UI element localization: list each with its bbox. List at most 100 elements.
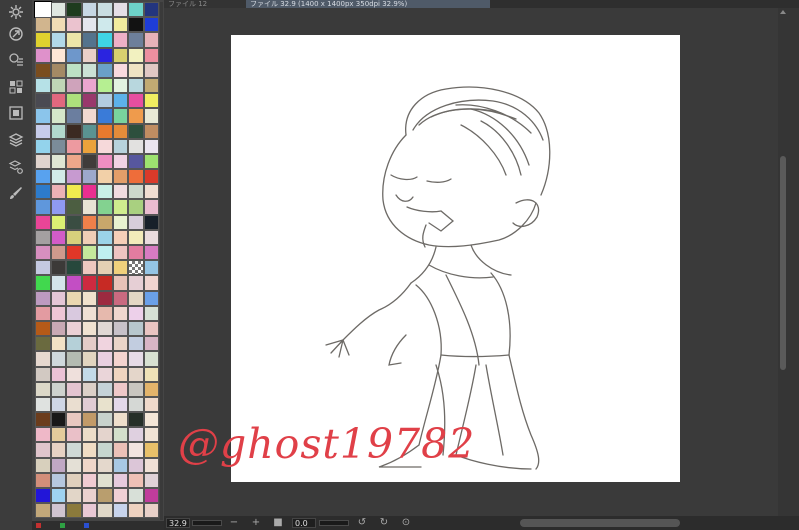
color-swatch[interactable] — [81, 412, 97, 428]
color-swatch[interactable] — [128, 351, 144, 367]
color-swatch[interactable] — [50, 245, 66, 261]
layer-property-icon[interactable] — [6, 103, 26, 123]
color-swatch[interactable] — [128, 93, 144, 109]
color-swatch[interactable] — [143, 442, 159, 458]
color-swatch[interactable] — [66, 381, 82, 397]
color-swatch[interactable] — [81, 336, 97, 352]
vertical-scrollbar[interactable] — [778, 8, 799, 516]
zoom-out-button[interactable]: − — [228, 517, 240, 529]
color-swatch[interactable] — [66, 427, 82, 443]
color-swatch[interactable] — [128, 77, 144, 94]
color-swatch[interactable] — [35, 472, 51, 488]
navigator-icon[interactable] — [6, 24, 26, 44]
color-swatch[interactable] — [66, 396, 82, 413]
color-swatch[interactable] — [143, 77, 159, 94]
color-swatch[interactable] — [112, 396, 128, 413]
color-swatch[interactable] — [128, 32, 144, 48]
scroll-up-arrow[interactable] — [780, 10, 786, 14]
color-swatch[interactable] — [50, 62, 66, 78]
color-swatch[interactable] — [50, 138, 66, 154]
color-swatch[interactable] — [143, 472, 159, 488]
color-swatch[interactable] — [97, 214, 113, 230]
gear-icon[interactable] — [6, 2, 26, 22]
color-swatch[interactable] — [143, 229, 159, 245]
drawing-canvas[interactable] — [231, 35, 680, 482]
vertical-scroll-thumb[interactable] — [780, 156, 786, 370]
color-swatch[interactable] — [50, 17, 66, 33]
color-swatch[interactable] — [81, 229, 97, 245]
color-swatch[interactable] — [97, 381, 113, 397]
color-swatch[interactable] — [97, 245, 113, 261]
color-swatch[interactable] — [50, 427, 66, 443]
color-swatch[interactable] — [128, 442, 144, 458]
color-swatch[interactable] — [66, 32, 82, 48]
color-swatch[interactable] — [143, 366, 159, 382]
color-swatch[interactable] — [81, 184, 97, 200]
color-swatch[interactable] — [143, 214, 159, 230]
color-swatch[interactable] — [35, 199, 51, 215]
color-swatch[interactable] — [66, 412, 82, 428]
color-swatch[interactable] — [66, 503, 82, 519]
color-swatch[interactable] — [128, 472, 144, 488]
color-swatch[interactable] — [35, 184, 51, 200]
reset-rotation-icon[interactable]: ⊙ — [400, 517, 412, 529]
color-swatch[interactable] — [50, 336, 66, 352]
color-swatch[interactable] — [112, 47, 128, 63]
color-swatch[interactable] — [112, 184, 128, 200]
color-swatch[interactable] — [66, 199, 82, 215]
color-swatch[interactable] — [97, 2, 113, 18]
color-swatch[interactable] — [143, 488, 159, 504]
color-swatch[interactable] — [81, 351, 97, 367]
color-swatch[interactable] — [128, 336, 144, 352]
color-swatch[interactable] — [35, 17, 51, 33]
color-swatch[interactable] — [97, 229, 113, 245]
color-swatch[interactable] — [143, 305, 159, 321]
color-swatch[interactable] — [128, 214, 144, 230]
color-swatch[interactable] — [128, 381, 144, 397]
color-swatch[interactable] — [97, 17, 113, 33]
color-swatch[interactable] — [143, 503, 159, 519]
rotate-left-icon[interactable]: ↺ — [356, 517, 368, 529]
color-swatch[interactable] — [35, 503, 51, 519]
color-swatch[interactable] — [50, 260, 66, 276]
color-swatch[interactable] — [81, 275, 97, 291]
color-swatch[interactable] — [143, 62, 159, 78]
stop-icon[interactable]: ■ — [272, 517, 284, 529]
color-swatch[interactable] — [50, 108, 66, 124]
color-swatch[interactable] — [143, 290, 159, 306]
color-swatch[interactable] — [143, 123, 159, 139]
color-swatch[interactable] — [66, 62, 82, 78]
color-swatch[interactable] — [81, 381, 97, 397]
color-swatch[interactable] — [97, 396, 113, 413]
color-swatch[interactable] — [97, 47, 113, 63]
color-swatch[interactable] — [112, 245, 128, 261]
color-swatch[interactable] — [112, 488, 128, 504]
color-swatch[interactable] — [128, 275, 144, 291]
color-swatch[interactable] — [97, 320, 113, 337]
color-swatch[interactable] — [35, 336, 51, 352]
color-swatch[interactable] — [128, 169, 144, 185]
color-swatch[interactable] — [143, 17, 159, 33]
color-swatch[interactable] — [81, 32, 97, 48]
zoom-slider[interactable] — [192, 520, 222, 526]
rotate-right-icon[interactable]: ↻ — [378, 517, 390, 529]
color-swatch[interactable] — [35, 320, 51, 337]
color-swatch[interactable] — [35, 47, 51, 63]
color-swatch[interactable] — [143, 108, 159, 124]
color-swatch[interactable] — [97, 93, 113, 109]
color-swatch[interactable] — [128, 153, 144, 170]
color-swatch[interactable] — [112, 93, 128, 109]
color-swatch[interactable] — [66, 290, 82, 306]
color-swatch[interactable] — [81, 214, 97, 230]
color-swatch[interactable] — [128, 290, 144, 306]
color-swatch[interactable] — [112, 320, 128, 337]
color-swatch[interactable] — [35, 77, 51, 94]
color-swatch[interactable] — [66, 351, 82, 367]
tab-document-1[interactable]: ファイル 12 — [164, 0, 248, 8]
color-swatch[interactable] — [35, 412, 51, 428]
color-swatch[interactable] — [35, 245, 51, 261]
color-swatch[interactable] — [66, 184, 82, 200]
color-swatch[interactable] — [128, 305, 144, 321]
color-swatch[interactable] — [112, 199, 128, 215]
color-swatch[interactable] — [143, 2, 159, 18]
